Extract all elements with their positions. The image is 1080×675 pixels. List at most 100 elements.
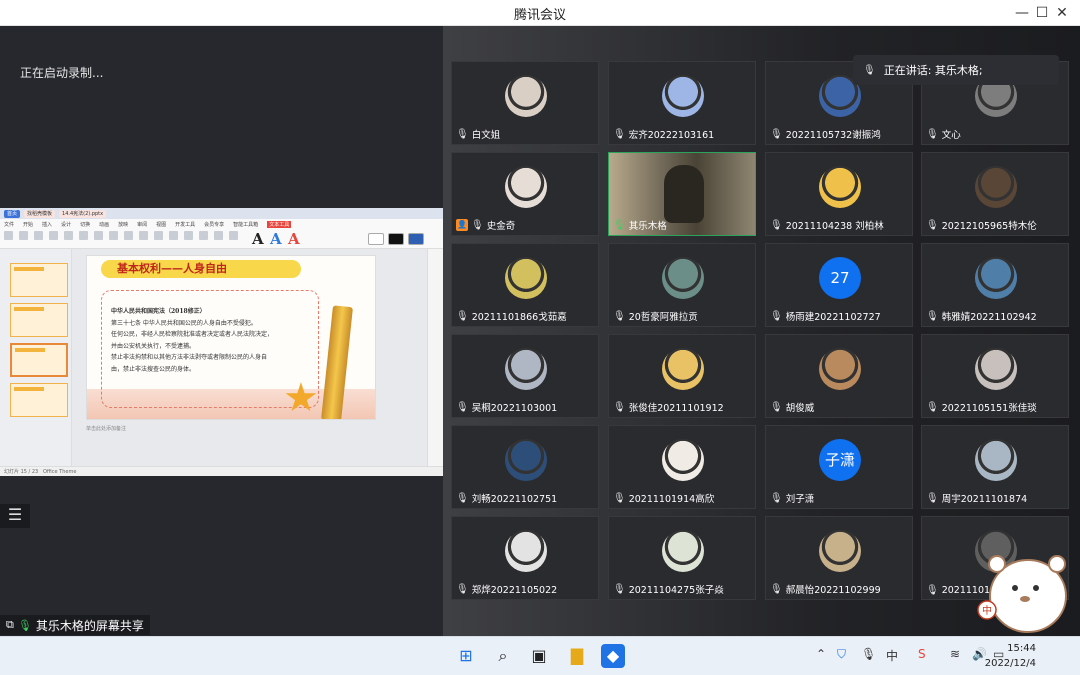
participant-tile[interactable]: 🎙 刘畅20221102751	[451, 425, 599, 509]
mic-muted-icon: 🎙	[770, 401, 783, 413]
wifi-icon[interactable]: ≋	[950, 647, 960, 661]
participant-name-row: 🎙 20哲豪阿雅拉贡	[613, 309, 698, 324]
search-icon[interactable]: ⌕	[491, 644, 515, 668]
avatar	[819, 348, 861, 390]
participant-tile[interactable]: 🎙 吴桐20221103001	[451, 334, 599, 418]
participant-tile[interactable]: 🎙 张俊佳20211101912	[608, 334, 756, 418]
participant-tile[interactable]: 🎙 郑烨20221105022	[451, 516, 599, 600]
slide-line: 并由公安机关执行，不受逮捕。	[111, 342, 196, 350]
file-explorer-icon[interactable]: ▇	[565, 644, 589, 668]
wps-menu-item: 视图	[156, 222, 167, 228]
tencent-meeting-icon[interactable]: ◆	[601, 644, 625, 668]
participant-tile[interactable]: 🎙 20211104275张子焱	[608, 516, 756, 600]
participant-name-row: 🎙 白文姐	[456, 127, 501, 142]
avatar	[975, 257, 1017, 299]
participant-name-row: 🎙 20211104275张子焱	[613, 582, 724, 597]
shape-style-icon	[388, 233, 404, 245]
windows-start-icon[interactable]: ⊞	[454, 644, 478, 668]
slide-thumb	[10, 263, 68, 297]
participant-tile[interactable]: 🎙 白文姐	[451, 61, 599, 145]
speaking-indicator: 🎙 正在讲话: 其乐木格;	[853, 55, 1059, 85]
mic-muted-icon: 🎙	[613, 583, 626, 595]
participant-tile[interactable]: 👤 🎙 史金奇	[451, 152, 599, 236]
participant-name: 周宇20211101874	[941, 494, 1028, 505]
mic-muted-icon: 🎙	[613, 492, 626, 504]
participant-tile[interactable]: 子潇 🎙 刘子潇	[765, 425, 913, 509]
participant-name-row: 🎙 郝晨怡20221102999	[770, 582, 881, 597]
host-icon: 👤	[456, 219, 468, 231]
participant-grid: 🎙 白文姐 🎙 宏齐20222103161 🎙 20221105732谢振鸿 🎙 文心 👤 🎙 史金…	[443, 26, 1080, 636]
participant-name: 胡俊威	[785, 403, 815, 414]
participant-tile[interactable]: 🎙 韩雅婧20221102942	[921, 243, 1069, 327]
participant-tile[interactable]: 🎙 周宇20211101874	[921, 425, 1069, 509]
participant-tile[interactable]: 🎙 20211104238 刘柏林	[765, 152, 913, 236]
participant-tile[interactable]: 🎙 20哲豪阿雅拉贡	[608, 243, 756, 327]
participant-tile[interactable]: 🎙 20212105965特木伦	[921, 152, 1069, 236]
participant-name-row: 🎙 郑烨20221105022	[456, 582, 558, 597]
participant-name-row: 🎙 20211104238 刘柏林	[770, 218, 884, 233]
shape-style-icon	[408, 233, 424, 245]
participant-tile[interactable]: 27 🎙 杨雨建20221102727	[765, 243, 913, 327]
participant-tile[interactable]: 🎙 20211101914高欣	[608, 425, 756, 509]
participant-tile[interactable]: 🎙 20221105151张佳琰	[921, 334, 1069, 418]
participant-name: 韩雅婧20221102942	[941, 312, 1037, 323]
mic-muted-icon: 🎙	[456, 583, 469, 595]
participant-name: 其乐木格	[628, 221, 667, 232]
participant-name-row: 🎙 杨雨建20221102727	[770, 309, 881, 324]
mic-muted-icon: 🎙	[613, 401, 626, 413]
mic-muted-icon: 🎙	[613, 128, 626, 140]
maximize-icon[interactable]: ☐	[1032, 3, 1052, 23]
minimize-icon[interactable]: —	[1012, 3, 1032, 23]
ime-indicator[interactable]: 中	[886, 647, 898, 664]
sogou-icon[interactable]: S	[918, 647, 926, 661]
video-feed	[664, 165, 704, 223]
participant-name: 刘畅20221102751	[471, 494, 558, 505]
slide-body: 中华人民共和国宪法（2018修正） 第三十七条 中华人民共和国公民的人身自由不受…	[111, 306, 311, 375]
mic-muted-icon: 🎙	[456, 310, 469, 322]
participant-name-row: 🎙 20211101866戈茹嘉	[456, 309, 567, 324]
list-menu-icon[interactable]: ☰	[0, 504, 30, 528]
participant-name-row: 🎙 20221105732谢振鸿	[770, 127, 881, 142]
participant-name: 20哲豪阿雅拉贡	[628, 312, 698, 323]
svg-text:中: 中	[982, 604, 992, 617]
participant-tile[interactable]: 🎙 胡俊威	[765, 334, 913, 418]
participant-name-row: 👤 🎙 史金奇	[456, 218, 515, 232]
participant-tile[interactable]: 🎙 20211101866戈茹嘉	[451, 243, 599, 327]
avatar: 子潇	[819, 439, 861, 481]
mic-muted-icon: 🎙	[770, 492, 783, 504]
close-icon[interactable]: ✕	[1052, 3, 1072, 23]
avatar	[662, 348, 704, 390]
participant-tile[interactable]: 🎙 宏齐20222103161	[608, 61, 756, 145]
participant-name-row: 🎙 20221105151张佳琰	[926, 400, 1037, 415]
wps-menu-item: 开始	[23, 222, 34, 228]
participant-tile[interactable]: 🎙 其乐木格	[608, 152, 756, 236]
avatar	[505, 75, 547, 117]
shield-icon[interactable]: ⛉	[837, 647, 846, 662]
chevron-up-icon[interactable]: ⌃	[816, 647, 826, 661]
avatar	[975, 348, 1017, 390]
slide-heading: 中华人民共和国宪法（2018修正）	[111, 308, 206, 315]
window-title: 腾讯会议	[513, 8, 566, 23]
mic-muted-icon: 🎙	[770, 310, 783, 322]
wps-tab-template: 找稻壳模板	[24, 209, 56, 218]
wps-menu-item: 切换	[80, 222, 91, 228]
bear-sticker-image: 中	[977, 555, 1067, 633]
screen-share-icon: ⧉	[6, 618, 14, 631]
participant-name-row: 🎙 刘子潇	[770, 491, 814, 506]
avatar	[662, 75, 704, 117]
participant-name: 郑烨20221105022	[471, 585, 558, 596]
mic-icon: 🎙	[863, 64, 876, 76]
participant-tile[interactable]: 🎙 郝晨怡20221102999	[765, 516, 913, 600]
clock-date: 2022/12/4	[984, 658, 1036, 669]
task-view-icon[interactable]: ▣	[527, 644, 551, 668]
wps-tab-bar: 首页 找稻壳模板 14.4宪法(2).pptx	[0, 208, 443, 219]
avatar	[819, 530, 861, 572]
participant-name-row: 🎙 周宇20211101874	[926, 491, 1028, 506]
clock[interactable]: 15:44 2022/12/4	[985, 641, 1036, 671]
wps-menu-item-active: 文本工具	[267, 221, 292, 228]
wps-menu-item: 放映	[118, 222, 129, 228]
mic-tray-icon[interactable]: 🎙	[861, 647, 876, 661]
participant-name: 杨雨建20221102727	[785, 312, 881, 323]
participant-name: 白文姐	[471, 130, 501, 141]
wps-menu-item: 会员专享	[204, 222, 225, 228]
